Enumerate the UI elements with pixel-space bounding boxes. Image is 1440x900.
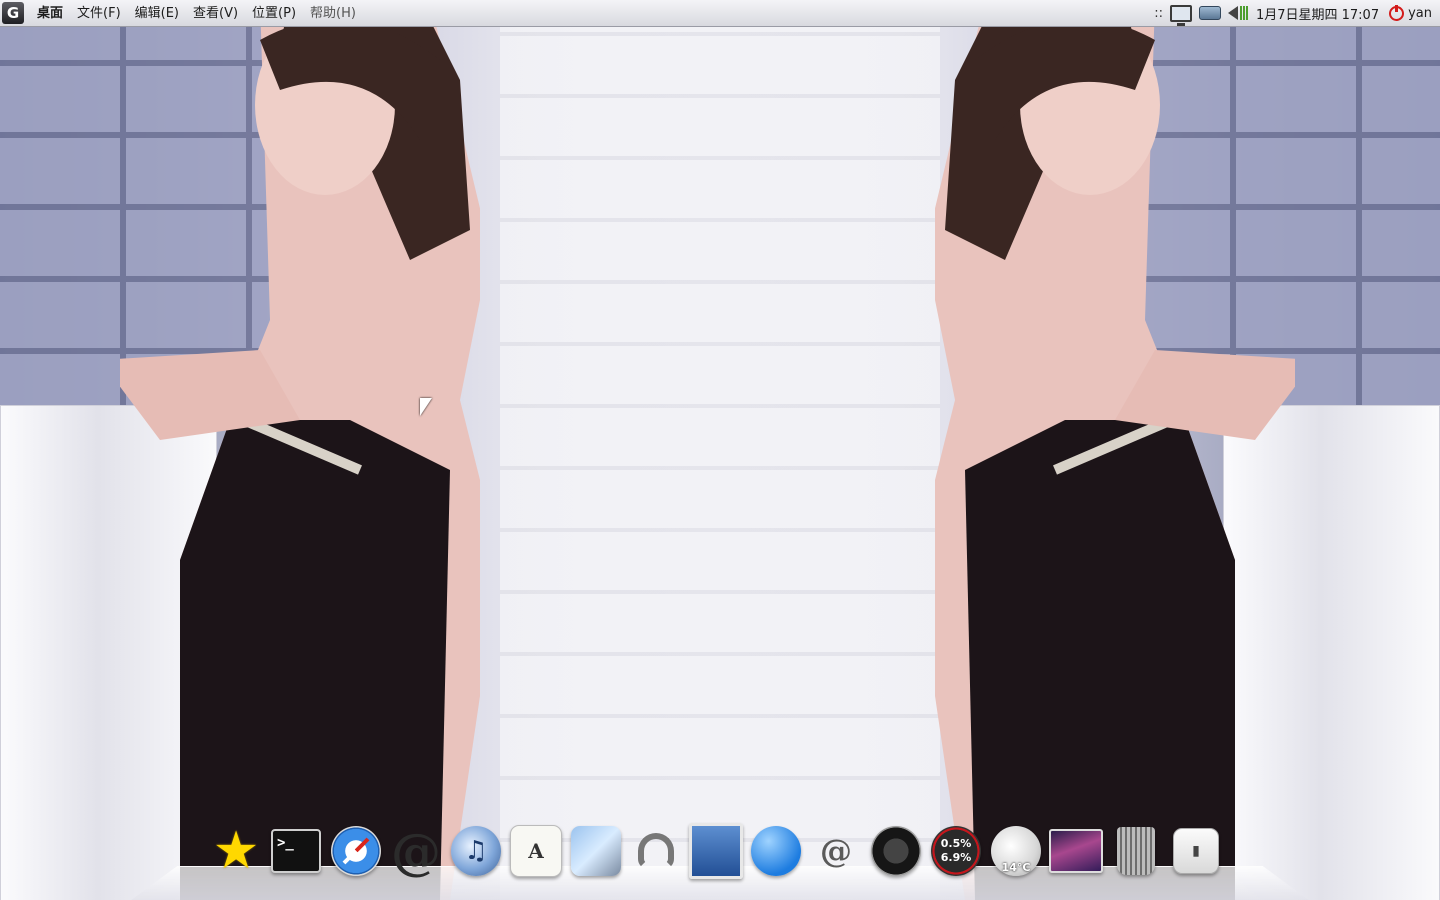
dock: ★ >_ @ ♫ A @ 0.5% 6.9% 14°C ▮ <box>206 820 1226 881</box>
menu-view[interactable]: 查看(V) <box>186 0 245 27</box>
memory-usage: 6.9% <box>940 851 972 864</box>
trash-icon <box>1117 827 1155 875</box>
dock-preview[interactable] <box>689 823 743 879</box>
dock-system-monitor[interactable]: 0.5% 6.9% <box>929 824 983 878</box>
dock-switch[interactable]: ▮ <box>1169 824 1223 878</box>
gnome-foot-icon[interactable]: G <box>2 2 24 24</box>
video-chat-icon <box>751 826 801 876</box>
volume-icon[interactable] <box>1227 6 1238 20</box>
star-icon: ★ <box>212 821 260 881</box>
dashboard-gauge-icon <box>871 826 921 876</box>
top-panel: G 桌面 文件(F) 编辑(E) 查看(V) 位置(P) 帮助(H) :: 1月… <box>0 0 1440 27</box>
dock-mail-stand[interactable]: @ <box>809 824 863 878</box>
signal-icon[interactable] <box>1239 6 1248 20</box>
user-name[interactable]: yan <box>1408 6 1440 21</box>
panel-grip[interactable]: :: <box>1151 0 1166 27</box>
weather-cloud-icon: 14°C <box>991 826 1041 876</box>
desktop-wallpaper <box>0 0 1440 900</box>
menu-file[interactable]: 文件(F) <box>70 0 128 27</box>
headphones-icon <box>638 833 674 869</box>
dock-show-desktop[interactable] <box>1049 824 1103 878</box>
menu-places[interactable]: 位置(P) <box>245 0 303 27</box>
weather-temp: 14°C <box>1001 861 1031 874</box>
dock-iphoto[interactable] <box>569 824 623 878</box>
dock-ichat[interactable] <box>749 824 803 878</box>
dock-itunes[interactable]: ♫ <box>449 824 503 878</box>
image-viewer-icon <box>689 823 743 879</box>
photo-camera-icon <box>571 826 621 876</box>
mouse-cursor <box>420 398 432 416</box>
network-icon[interactable] <box>1198 6 1221 20</box>
app-icon-glyph: G <box>6 4 20 22</box>
desktop-preview-icon <box>1049 829 1103 873</box>
dock-audio-player[interactable] <box>629 824 683 878</box>
system-tray: :: 1月7日星期四 17:07 yan <box>1151 0 1440 27</box>
dock-safari[interactable] <box>329 824 383 878</box>
menu-edit[interactable]: 编辑(E) <box>128 0 186 27</box>
dock-textedit[interactable]: A <box>509 824 563 878</box>
woman-figure-left <box>120 0 480 900</box>
display-icon[interactable] <box>1169 4 1192 26</box>
at-sign-icon: @ <box>391 821 441 881</box>
menu-help[interactable]: 帮助(H) <box>303 0 363 27</box>
menu-desktop[interactable]: 桌面 <box>30 0 70 27</box>
dock-terminal[interactable]: >_ <box>269 824 323 878</box>
cpu-usage: 0.5% <box>940 837 972 850</box>
system-monitor-icon: 0.5% 6.9% <box>931 826 981 876</box>
dock-favorites[interactable]: ★ <box>209 821 263 881</box>
dock-trash[interactable] <box>1109 824 1163 878</box>
text-editor-icon: A <box>510 825 562 877</box>
music-note-icon: ♫ <box>451 826 501 876</box>
compass-icon <box>331 826 381 876</box>
at-sign-stand-icon: @ <box>820 832 852 870</box>
switch-icon: ▮ <box>1173 828 1219 874</box>
dock-weather[interactable]: 14°C <box>989 824 1043 878</box>
dock-dashboard[interactable] <box>869 824 923 878</box>
clock[interactable]: 1月7日星期四 17:07 <box>1252 4 1387 23</box>
terminal-icon: >_ <box>271 829 321 873</box>
center-brick-wall <box>500 0 940 900</box>
power-icon[interactable] <box>1389 4 1405 21</box>
dock-mail[interactable]: @ <box>389 821 443 881</box>
woman-figure-right <box>935 0 1295 900</box>
